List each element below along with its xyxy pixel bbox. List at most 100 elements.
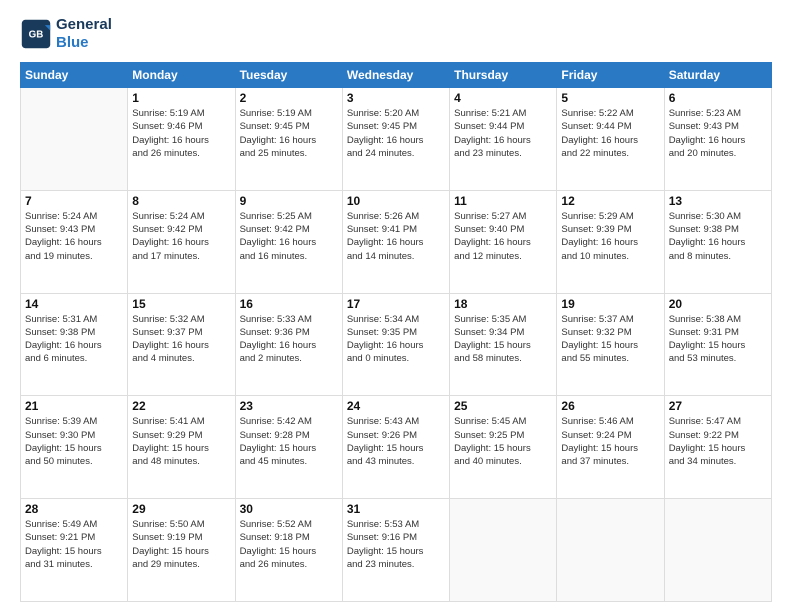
calendar-cell: 12 Sunrise: 5:29 AM Sunset: 9:39 PM Dayli… [557,190,664,293]
day-number: 24 [347,399,445,413]
day-number: 2 [240,91,338,105]
calendar-cell: 21 Sunrise: 5:39 AM Sunset: 9:30 PM Dayli… [21,396,128,499]
day-number: 10 [347,194,445,208]
cell-content: Sunrise: 5:35 AM Sunset: 9:34 PM Dayligh… [454,313,552,366]
calendar-cell: 19 Sunrise: 5:37 AM Sunset: 9:32 PM Dayli… [557,293,664,396]
calendar-cell: 24 Sunrise: 5:43 AM Sunset: 9:26 PM Dayli… [342,396,449,499]
logo: GB General Blue [20,16,112,52]
cell-content: Sunrise: 5:37 AM Sunset: 9:32 PM Dayligh… [561,313,659,366]
cell-content: Sunrise: 5:23 AM Sunset: 9:43 PM Dayligh… [669,107,767,160]
calendar-cell: 20 Sunrise: 5:38 AM Sunset: 9:31 PM Dayli… [664,293,771,396]
weekday-header-row: SundayMondayTuesdayWednesdayThursdayFrid… [21,63,772,88]
cell-content: Sunrise: 5:21 AM Sunset: 9:44 PM Dayligh… [454,107,552,160]
weekday-header-sunday: Sunday [21,63,128,88]
calendar-cell: 10 Sunrise: 5:26 AM Sunset: 9:41 PM Dayli… [342,190,449,293]
page: GB General Blue SundayMondayTuesdayWedne… [0,0,792,612]
calendar-cell: 9Sunrise: 5:25 AM Sunset: 9:42 PM Daylig… [235,190,342,293]
cell-content: Sunrise: 5:50 AM Sunset: 9:19 PM Dayligh… [132,518,230,571]
calendar-cell: 23Sunrise: 5:42 AM Sunset: 9:28 PM Dayli… [235,396,342,499]
cell-content: Sunrise: 5:30 AM Sunset: 9:38 PM Dayligh… [669,210,767,263]
day-number: 14 [25,297,123,311]
cell-content: Sunrise: 5:19 AM Sunset: 9:46 PM Dayligh… [132,107,230,160]
week-row-5: 28 Sunrise: 5:49 AM Sunset: 9:21 PM Dayli… [21,499,772,602]
day-number: 17 [347,297,445,311]
day-number: 25 [454,399,552,413]
day-number: 15 [132,297,230,311]
cell-content: Sunrise: 5:26 AM Sunset: 9:41 PM Dayligh… [347,210,445,263]
calendar-cell: 27 Sunrise: 5:47 AM Sunset: 9:22 PM Dayli… [664,396,771,499]
weekday-header-tuesday: Tuesday [235,63,342,88]
cell-content: Sunrise: 5:32 AM Sunset: 9:37 PM Dayligh… [132,313,230,366]
calendar-cell: 30 Sunrise: 5:52 AM Sunset: 9:18 PM Dayli… [235,499,342,602]
cell-content: Sunrise: 5:45 AM Sunset: 9:25 PM Dayligh… [454,415,552,468]
weekday-header-monday: Monday [128,63,235,88]
day-number: 12 [561,194,659,208]
calendar-cell: 4Sunrise: 5:21 AM Sunset: 9:44 PM Daylig… [450,88,557,191]
day-number: 11 [454,194,552,208]
day-number: 9 [240,194,338,208]
calendar-table: SundayMondayTuesdayWednesdayThursdayFrid… [20,62,772,602]
calendar-cell: 8Sunrise: 5:24 AM Sunset: 9:42 PM Daylig… [128,190,235,293]
day-number: 1 [132,91,230,105]
calendar-cell: 5 Sunrise: 5:22 AM Sunset: 9:44 PM Daylig… [557,88,664,191]
day-number: 6 [669,91,767,105]
week-row-3: 14 Sunrise: 5:31 AM Sunset: 9:38 PM Dayli… [21,293,772,396]
cell-content: Sunrise: 5:29 AM Sunset: 9:39 PM Dayligh… [561,210,659,263]
cell-content: Sunrise: 5:34 AM Sunset: 9:35 PM Dayligh… [347,313,445,366]
calendar-cell [450,499,557,602]
calendar-cell: 26 Sunrise: 5:46 AM Sunset: 9:24 PM Dayli… [557,396,664,499]
cell-content: Sunrise: 5:47 AM Sunset: 9:22 PM Dayligh… [669,415,767,468]
svg-text:GB: GB [29,30,44,41]
week-row-4: 21 Sunrise: 5:39 AM Sunset: 9:30 PM Dayli… [21,396,772,499]
cell-content: Sunrise: 5:38 AM Sunset: 9:31 PM Dayligh… [669,313,767,366]
day-number: 30 [240,502,338,516]
cell-content: Sunrise: 5:39 AM Sunset: 9:30 PM Dayligh… [25,415,123,468]
cell-content: Sunrise: 5:41 AM Sunset: 9:29 PM Dayligh… [132,415,230,468]
cell-content: Sunrise: 5:20 AM Sunset: 9:45 PM Dayligh… [347,107,445,160]
cell-content: Sunrise: 5:43 AM Sunset: 9:26 PM Dayligh… [347,415,445,468]
day-number: 20 [669,297,767,311]
weekday-header-saturday: Saturday [664,63,771,88]
day-number: 8 [132,194,230,208]
cell-content: Sunrise: 5:53 AM Sunset: 9:16 PM Dayligh… [347,518,445,571]
calendar-cell: 31Sunrise: 5:53 AM Sunset: 9:16 PM Dayli… [342,499,449,602]
calendar-cell: 13Sunrise: 5:30 AM Sunset: 9:38 PM Dayli… [664,190,771,293]
day-number: 23 [240,399,338,413]
day-number: 27 [669,399,767,413]
logo-text: General Blue [56,16,112,52]
calendar-cell: 15 Sunrise: 5:32 AM Sunset: 9:37 PM Dayli… [128,293,235,396]
calendar-cell: 29 Sunrise: 5:50 AM Sunset: 9:19 PM Dayli… [128,499,235,602]
cell-content: Sunrise: 5:49 AM Sunset: 9:21 PM Dayligh… [25,518,123,571]
calendar-cell: 28 Sunrise: 5:49 AM Sunset: 9:21 PM Dayli… [21,499,128,602]
day-number: 29 [132,502,230,516]
cell-content: Sunrise: 5:24 AM Sunset: 9:43 PM Dayligh… [25,210,123,263]
day-number: 18 [454,297,552,311]
day-number: 28 [25,502,123,516]
day-number: 16 [240,297,338,311]
week-row-1: 1 Sunrise: 5:19 AM Sunset: 9:46 PM Daylig… [21,88,772,191]
calendar-cell: 22Sunrise: 5:41 AM Sunset: 9:29 PM Dayli… [128,396,235,499]
week-row-2: 7 Sunrise: 5:24 AM Sunset: 9:43 PM Daylig… [21,190,772,293]
calendar-cell: 6 Sunrise: 5:23 AM Sunset: 9:43 PM Daylig… [664,88,771,191]
cell-content: Sunrise: 5:46 AM Sunset: 9:24 PM Dayligh… [561,415,659,468]
weekday-header-wednesday: Wednesday [342,63,449,88]
cell-content: Sunrise: 5:33 AM Sunset: 9:36 PM Dayligh… [240,313,338,366]
day-number: 26 [561,399,659,413]
day-number: 19 [561,297,659,311]
day-number: 21 [25,399,123,413]
day-number: 7 [25,194,123,208]
calendar-cell: 7 Sunrise: 5:24 AM Sunset: 9:43 PM Daylig… [21,190,128,293]
calendar-cell: 14 Sunrise: 5:31 AM Sunset: 9:38 PM Dayli… [21,293,128,396]
cell-content: Sunrise: 5:31 AM Sunset: 9:38 PM Dayligh… [25,313,123,366]
calendar-cell: 2Sunrise: 5:19 AM Sunset: 9:45 PM Daylig… [235,88,342,191]
calendar-cell: 18 Sunrise: 5:35 AM Sunset: 9:34 PM Dayli… [450,293,557,396]
day-number: 5 [561,91,659,105]
calendar-cell: 25 Sunrise: 5:45 AM Sunset: 9:25 PM Dayli… [450,396,557,499]
calendar-cell: 11 Sunrise: 5:27 AM Sunset: 9:40 PM Dayli… [450,190,557,293]
cell-content: Sunrise: 5:52 AM Sunset: 9:18 PM Dayligh… [240,518,338,571]
weekday-header-thursday: Thursday [450,63,557,88]
cell-content: Sunrise: 5:22 AM Sunset: 9:44 PM Dayligh… [561,107,659,160]
calendar-cell: 17 Sunrise: 5:34 AM Sunset: 9:35 PM Dayli… [342,293,449,396]
cell-content: Sunrise: 5:27 AM Sunset: 9:40 PM Dayligh… [454,210,552,263]
calendar-cell [557,499,664,602]
